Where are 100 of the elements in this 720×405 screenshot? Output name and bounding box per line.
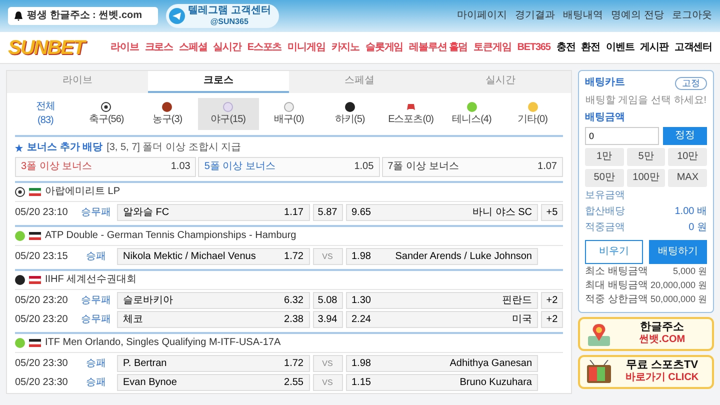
nav-link[interactable]: 미니게임 [288,42,326,54]
league-name: IIHF 세계선수권대회 [45,274,137,286]
team-name: 알와슬 FC [123,206,170,218]
away-odds-button[interactable]: 1.15 Bruno Kuzuhara [346,374,538,391]
clear-button[interactable]: 비우기 [585,240,643,264]
draw-odds-button[interactable]: 5.87 [312,204,342,221]
odds-value: 1.98 [352,358,371,370]
confirm-button[interactable]: 정정 [663,126,707,145]
nav-link[interactable]: 게시판 [640,42,668,54]
filter-label: 테니스(4) [452,114,492,126]
sport-filter[interactable]: 농구(3) [136,98,198,130]
filter-label: 야구(15) [210,114,246,126]
bonus-option[interactable]: 7폴 이상 보너스 1.07 [382,157,563,177]
team-name: Nikola Mektic / Michael Venus [123,250,256,262]
place-bet-button[interactable]: 배팅하기 [649,240,707,264]
nav-link[interactable]: 이벤트 [606,42,634,54]
paper-plane-icon [169,8,185,24]
amount-chip-button[interactable]: 100만 [626,168,666,187]
sport-filter[interactable]: 기타(0) [502,98,564,130]
tab[interactable]: 크로스 [148,71,289,93]
info-label: 적중금액 [585,222,625,235]
more-markets-button[interactable]: +2 [541,292,563,309]
away-odds-button[interactable]: 1.98 Adhithya Ganesan [346,355,538,372]
bonus-option[interactable]: 3폴 이상 보너스 1.03 [15,157,196,177]
nav-link[interactable]: 토큰게임 [474,42,512,54]
nav-link[interactable]: 스페셜 [178,42,208,54]
bonus-label: 5폴 이상 보너스 [204,161,276,173]
bonus-option[interactable]: 5폴 이상 보너스 1.05 [198,157,380,177]
sport-filter[interactable]: 테니스(4) [441,98,502,130]
nav-link[interactable]: BET365 [517,42,550,54]
away-odds-button[interactable]: 2.24 미국 [346,311,538,328]
versus-label: VS [312,355,342,372]
nav-link[interactable]: 카지노 [331,42,360,54]
draw-odds-button[interactable]: 3.94 [312,311,342,328]
more-markets-button[interactable]: +5 [541,204,563,221]
home-odds-button[interactable]: 슬로바키아 6.32 [117,292,310,309]
market-type: 승무패 [80,314,112,326]
info-label: 보유금액 [585,190,625,203]
map-pin-icon [586,322,612,346]
nav-link[interactable]: 실시간 [213,42,242,54]
amount-chip-button[interactable]: 10만 [668,148,707,166]
nav-link[interactable]: 레볼루션 홀덤 [409,42,468,54]
top-link[interactable]: 배팅내역 [563,10,604,22]
home-odds-button[interactable]: 알와슬 FC 1.17 [117,204,310,221]
nav-link[interactable]: 충전 [556,42,576,54]
flag-icon [29,339,41,347]
amount-chip-button[interactable]: 1만 [585,148,624,166]
filter-label: 축구(56) [88,114,124,126]
promo-banner[interactable]: 무료 스포츠TV 바로가기 CLICK [578,354,714,389]
match-time: 05/20 23:10 [15,206,69,218]
nav-link[interactable]: 슬롯게임 [365,42,404,54]
amount-input-field[interactable]: 0 [585,126,659,145]
odds-value: 1.98 [352,250,371,262]
sport-filter[interactable]: 전체 (83) [15,98,76,130]
amount-chip-button[interactable]: MAX [668,168,707,187]
away-odds-button[interactable]: 9.65 바니 야스 SC [346,204,538,221]
filter-label: 농구(3) [152,114,182,126]
odds-value: 1.15 [352,376,371,388]
home-odds-button[interactable]: 체코 2.38 [117,311,310,328]
promo-banner[interactable]: 한글주소 썬뱃.COM [578,316,714,351]
filter-label: 하키(5) [335,114,365,126]
bonus-label: 3폴 이상 보너스 [21,161,92,173]
fix-button[interactable]: 고정 [675,77,707,90]
draw-odds-button[interactable]: 5.08 [312,292,342,309]
more-markets-button[interactable]: +2 [541,311,563,328]
top-link[interactable]: 로그아웃 [672,10,712,22]
sport-filter[interactable]: 배구(0) [258,98,320,130]
limit-label: 최대 배팅금액 [585,280,648,292]
telegram-badge[interactable]: 텔레그램 고객센터 @SUN365 [166,4,279,28]
filter-label: E스포츠(0) [388,114,434,126]
info-label: 합산배당 [585,206,625,219]
nav-link[interactable]: E스포츠 [247,42,282,54]
away-odds-button[interactable]: 1.30 핀란드 [346,292,538,309]
sport-filter[interactable]: 축구(56) [76,98,137,130]
basketball-icon [162,102,172,112]
versus-label: VS [312,248,342,265]
address-text: 평생 한글주소 : 썬벳.com [27,10,142,22]
home-odds-button[interactable]: P. Bertran 1.72 [117,355,310,372]
sport-filter[interactable]: E스포츠(0) [380,98,442,130]
nav-link[interactable]: 고객센터 [674,42,712,54]
home-odds-button[interactable]: Evan Bynoe 2.55 [117,374,310,391]
nav-link[interactable]: 환전 [581,42,600,54]
home-odds-button[interactable]: Nikola Mektic / Michael Venus 1.72 [117,248,310,265]
flag-icon [29,276,41,284]
sport-filter[interactable]: 야구(15) [198,98,259,130]
away-odds-button[interactable]: 1.98 Sander Arends / Luke Johnson [346,248,538,265]
limit-label: 적중 상한금액 [585,294,648,306]
sport-filter[interactable]: 하키(5) [319,98,380,130]
amount-chip-button[interactable]: 50만 [585,168,624,187]
nav-link[interactable]: 크로스 [144,42,173,54]
top-link[interactable]: 명예의 전당 [611,10,664,22]
banner-title: 한글주소 [640,321,684,334]
soccer-ball-icon [15,187,25,197]
amount-chip-button[interactable]: 5만 [626,148,666,166]
banner-subtitle: 썬뱃.COM [638,334,686,346]
top-link[interactable]: 경기결과 [515,10,556,22]
top-link[interactable]: 마이페이지 [457,10,508,22]
nav-link[interactable]: 라이브 [110,42,139,54]
flag-icon [29,188,41,196]
league-name: ATP Double - German Tennis Championships - Hamburg [45,230,296,242]
